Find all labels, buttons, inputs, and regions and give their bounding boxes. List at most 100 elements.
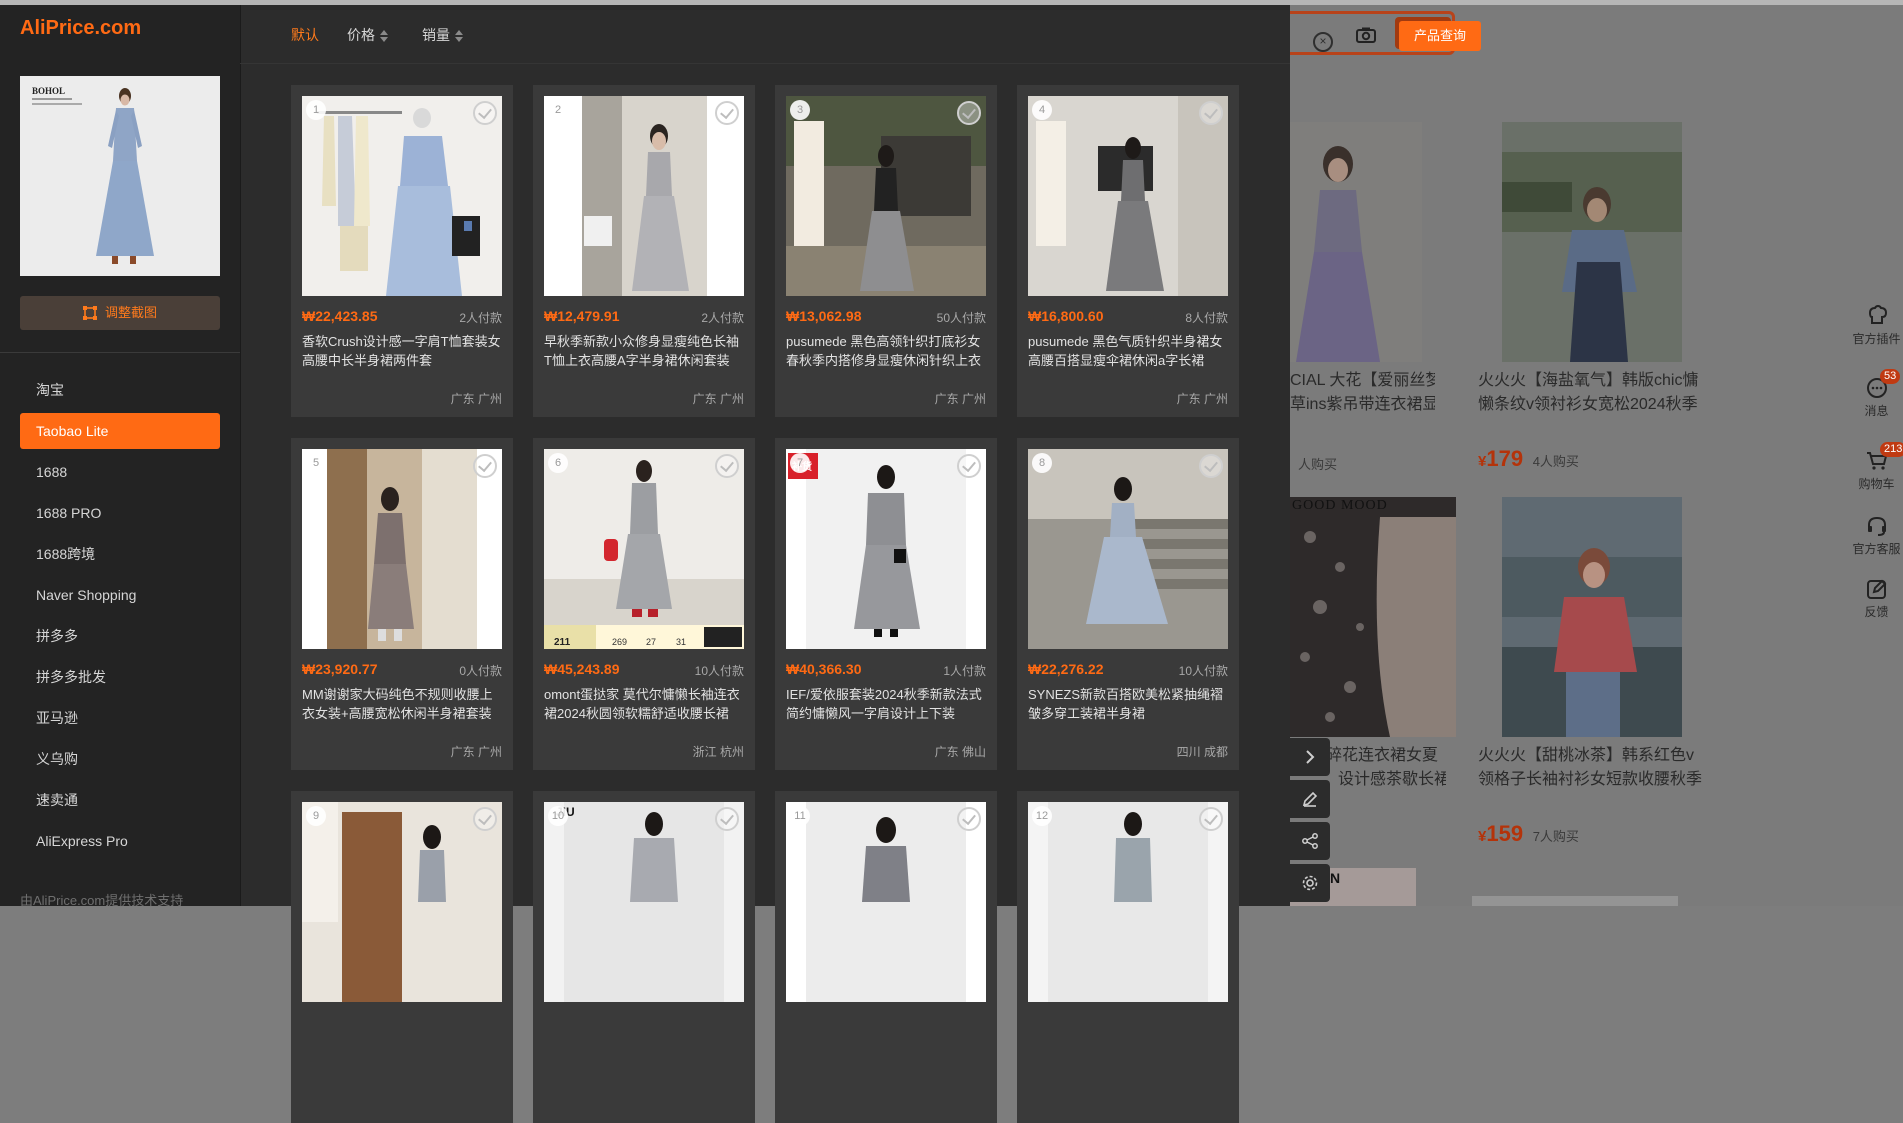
- product-image[interactable]: 1: [302, 96, 502, 296]
- result-number: 9: [306, 806, 326, 826]
- bg-product-title[interactable]: 火火火【甜桃冰茶】韩系红色v: [1478, 744, 1718, 768]
- product-title[interactable]: SYNEZS新款百搭欧美松紧抽绳褶皱多穿工装裙半身裙: [1028, 685, 1228, 729]
- bg-product-title[interactable]: 草ins紫吊带连衣裙显: [1290, 393, 1435, 417]
- platform-taobao-lite[interactable]: Taobao Lite: [20, 413, 220, 449]
- select-checkbox[interactable]: [473, 807, 497, 831]
- product-image[interactable]: 补货 7: [786, 449, 986, 649]
- platform-pinduoduo-wholesale[interactable]: 拼多多批发: [20, 659, 220, 695]
- product-image[interactable]: 11: [786, 802, 986, 1002]
- bg-product-title[interactable]: CIAL 大花【爱丽丝梦: [1290, 369, 1435, 393]
- product-title[interactable]: pusumede 黑色高领针织打底衫女春秋季内搭修身显瘦休闲针织上衣: [786, 332, 986, 376]
- bg-product-title[interactable]: 懒条纹v领衬衫女宽松2024秋季: [1478, 393, 1718, 417]
- select-checkbox[interactable]: [715, 101, 739, 125]
- product-query-button[interactable]: 产品查询: [1399, 21, 1481, 51]
- sort-default[interactable]: 默认: [291, 25, 319, 45]
- sort-sales[interactable]: 销量: [422, 25, 463, 45]
- select-checkbox[interactable]: [1199, 101, 1223, 125]
- product-card[interactable]: 9: [291, 791, 513, 1123]
- share-button[interactable]: [1290, 822, 1330, 860]
- select-checkbox[interactable]: [473, 101, 497, 125]
- bg-product-image[interactable]: [1502, 122, 1682, 362]
- product-image[interactable]: 9: [302, 802, 502, 1002]
- edit-button[interactable]: [1290, 780, 1330, 818]
- camera-icon[interactable]: [1356, 27, 1376, 43]
- sidebar: AliPrice.com BOHOL 调整截图 淘宝 Taobao Lite 1…: [0, 5, 241, 908]
- close-circle-icon[interactable]: ×: [1313, 32, 1333, 52]
- product-card[interactable]: 补货 7 ₩40,366.30 1人付款 IEF/爱依服套装2024秋季新款法式…: [775, 438, 997, 770]
- collapse-button[interactable]: [1290, 738, 1330, 776]
- platform-aliexpress-pro[interactable]: AliExpress Pro: [20, 823, 220, 859]
- message-badge: 53: [1880, 369, 1901, 384]
- logo[interactable]: AliPrice.com: [20, 17, 141, 40]
- platform-1688-cross-border[interactable]: 1688跨境: [20, 536, 220, 572]
- bg-product-image[interactable]: [1280, 122, 1422, 362]
- bg-product-image[interactable]: [1472, 896, 1678, 906]
- product-title[interactable]: pusumede 黑色气质针织半身裙女高腰百搭显瘦伞裙休闲a字长裙: [1028, 332, 1228, 376]
- feedback-button[interactable]: 反馈: [1850, 578, 1903, 620]
- platform-naver-shopping[interactable]: Naver Shopping: [20, 577, 220, 613]
- bg-product-title[interactable]: 设计感茶歇长裙: [1338, 768, 1446, 792]
- product-image[interactable]: 3: [786, 96, 986, 296]
- settings-button[interactable]: [1290, 864, 1330, 902]
- message-button[interactable]: 消息 53: [1850, 369, 1903, 419]
- sort-toolbar: 默认 价格 销量 产品查询: [240, 5, 1481, 64]
- service-button[interactable]: 官方客服: [1850, 515, 1903, 557]
- product-card[interactable]: 4 ₩16,800.60 8人付款 pusumede 黑色气质针织半身裙女高腰百…: [1017, 85, 1239, 417]
- platform-aliexpress[interactable]: 速卖通: [20, 782, 220, 818]
- product-location: 广东 广州: [450, 392, 502, 406]
- plugin-label: 官方插件: [1852, 332, 1901, 346]
- product-image[interactable]: 8: [1028, 449, 1228, 649]
- platform-1688-pro[interactable]: 1688 PRO: [20, 495, 220, 531]
- select-checkbox[interactable]: [957, 101, 981, 125]
- adjust-screenshot-button[interactable]: 调整截图: [20, 296, 220, 330]
- product-card[interactable]: 8 ₩22,276.22 10人付款 SYNEZS新款百搭欧美松紧抽绳褶皱多穿工…: [1017, 438, 1239, 770]
- select-checkbox[interactable]: [1199, 454, 1223, 478]
- platform-pinduoduo[interactable]: 拼多多: [20, 618, 220, 654]
- product-image[interactable]: 2: [544, 96, 744, 296]
- sort-price[interactable]: 价格: [347, 25, 388, 45]
- product-title[interactable]: omont蛋挞家 莫代尔慵懒长袖连衣裙2024秋圆领软糯舒适收腰长裙: [544, 685, 744, 729]
- select-checkbox[interactable]: [957, 807, 981, 831]
- bg-product-title[interactable]: 火火火【海盐氧气】韩版chic慵: [1478, 369, 1718, 393]
- product-card[interactable]: 12: [1017, 791, 1239, 1123]
- product-card[interactable]: 5 ₩23,920.77 0人付款 MM谢谢家大码纯色不规则收腰上衣女装+高腰宽…: [291, 438, 513, 770]
- product-card[interactable]: 1 ₩22,423.85 2人付款 香软Crush设计感一字肩T恤套装女高腰中长…: [291, 85, 513, 417]
- bg-product-image[interactable]: [1290, 497, 1456, 737]
- product-image[interactable]: JIU 10: [544, 802, 744, 1002]
- select-checkbox[interactable]: [1199, 807, 1223, 831]
- product-image[interactable]: 12: [1028, 802, 1228, 1002]
- select-checkbox[interactable]: [715, 807, 739, 831]
- product-card[interactable]: JIU 10: [533, 791, 755, 1123]
- product-card[interactable]: 2 ₩12,479.91 2人付款 早秋季新款小众修身显瘦纯色长袖T恤上衣高腰A…: [533, 85, 755, 417]
- bg-product-image[interactable]: [1502, 497, 1682, 737]
- chevron-right-icon: [1306, 750, 1315, 764]
- product-card[interactable]: 3 ₩13,062.98 50人付款 pusumede 黑色高领针织打底衫女春秋…: [775, 85, 997, 417]
- select-checkbox[interactable]: [473, 454, 497, 478]
- result-number: 11: [790, 806, 810, 826]
- product-location: 广东 佛山: [934, 745, 986, 759]
- platform-yiwugo[interactable]: 义乌购: [20, 741, 220, 777]
- bg-image-label: GOOD MOOD: [1292, 498, 1388, 513]
- select-checkbox[interactable]: [715, 454, 739, 478]
- bg-product-title[interactable]: 领格子长袖衬衫女短款收腰秋季: [1478, 768, 1718, 792]
- plugin-button[interactable]: 官方插件: [1850, 305, 1903, 347]
- service-label: 官方客服: [1852, 542, 1901, 556]
- platform-taobao[interactable]: 淘宝: [20, 372, 220, 408]
- platform-amazon[interactable]: 亚马逊: [20, 700, 220, 736]
- product-card[interactable]: 211 269 27 31 6 ₩45,243.89 10人付款 omont蛋挞…: [533, 438, 755, 770]
- product-card[interactable]: 11: [775, 791, 997, 1123]
- product-image[interactable]: 211 269 27 31 6: [544, 449, 744, 649]
- product-title[interactable]: 早秋季新款小众修身显瘦纯色长袖T恤上衣高腰A字半身裙休闲套装: [544, 332, 744, 376]
- adjust-screenshot-label: 调整截图: [104, 305, 157, 320]
- bg-product-title[interactable]: 碎花连衣裙女夏: [1326, 744, 1446, 768]
- product-image[interactable]: 5: [302, 449, 502, 649]
- plugin-icon: [1868, 305, 1887, 324]
- cart-button[interactable]: 购物车 213: [1850, 442, 1903, 492]
- platform-1688[interactable]: 1688: [20, 454, 220, 490]
- product-title[interactable]: MM谢谢家大码纯色不规则收腰上衣女装+高腰宽松休闲半身裙套装: [302, 685, 502, 729]
- select-checkbox[interactable]: [957, 454, 981, 478]
- screenshot-thumbnail[interactable]: BOHOL: [20, 76, 220, 276]
- product-title[interactable]: IEF/爱依服套装2024秋季新款法式简约慵懒风一字肩设计上下装: [786, 685, 986, 729]
- product-title[interactable]: 香软Crush设计感一字肩T恤套装女高腰中长半身裙两件套: [302, 332, 502, 376]
- product-image[interactable]: 4: [1028, 96, 1228, 296]
